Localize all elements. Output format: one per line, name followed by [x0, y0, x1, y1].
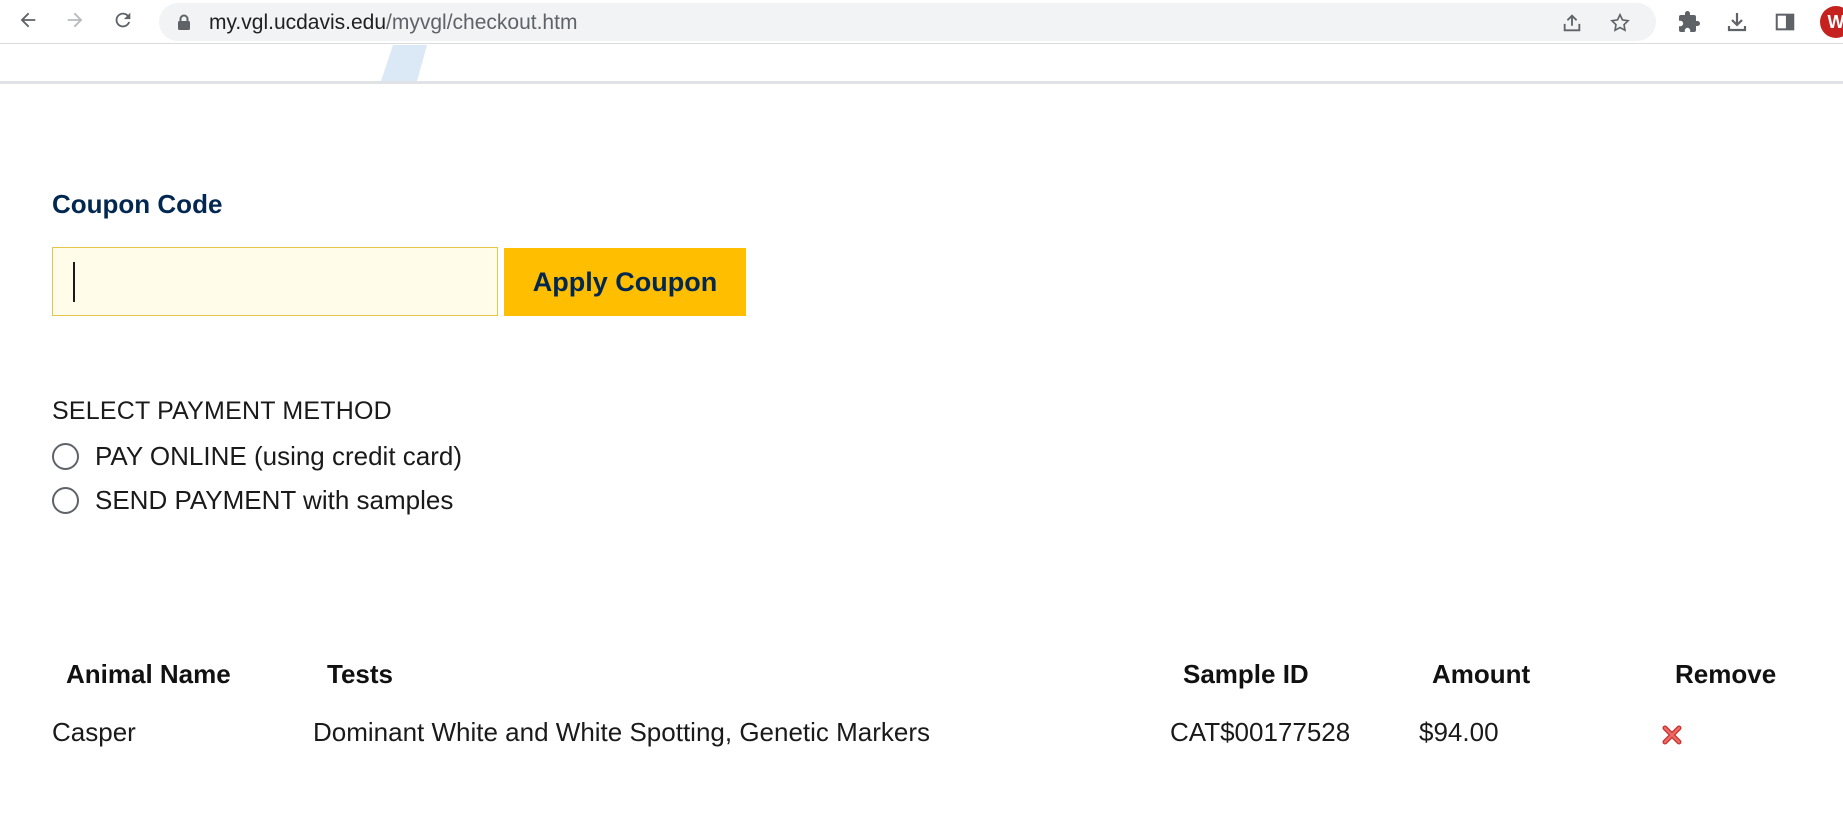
- header-remove: Remove: [1675, 659, 1777, 689]
- back-button[interactable]: [12, 6, 44, 38]
- cell-animal-name: Casper: [52, 717, 136, 747]
- payment-method-heading: SELECT PAYMENT METHOD: [52, 397, 392, 425]
- header-tests: Tests: [327, 659, 393, 689]
- pay-online-radio[interactable]: [52, 442, 79, 470]
- back-icon: [17, 9, 39, 36]
- header-animal-name: Animal Name: [66, 659, 231, 689]
- profile-initial: W: [1827, 11, 1843, 32]
- site-header: [0, 45, 1843, 84]
- remove-x-icon: [1661, 725, 1683, 750]
- bookmark-star-icon[interactable]: [1607, 10, 1633, 36]
- reload-button[interactable]: [107, 6, 139, 38]
- coupon-code-input[interactable]: [52, 247, 498, 316]
- browser-toolbar: my.vgl.ucdavis.edu/myvgl/checkout.htm W: [0, 0, 1843, 44]
- remove-item-button[interactable]: [1661, 724, 1683, 746]
- header-sample-id: Sample ID: [1183, 659, 1309, 689]
- address-bar[interactable]: my.vgl.ucdavis.edu/myvgl/checkout.htm: [159, 3, 1656, 41]
- send-payment-radio[interactable]: [52, 486, 79, 514]
- apply-coupon-button[interactable]: Apply Coupon: [504, 248, 746, 316]
- payment-option-pay-online[interactable]: PAY ONLINE (using credit card): [52, 439, 462, 473]
- extensions-icon[interactable]: [1675, 8, 1703, 36]
- send-payment-label[interactable]: SEND PAYMENT with samples: [95, 485, 453, 516]
- url-path: /myvgl/checkout.htm: [386, 11, 578, 34]
- cell-amount: $94.00: [1419, 717, 1499, 747]
- header-decoration: [381, 45, 427, 81]
- header-amount: Amount: [1432, 659, 1531, 689]
- url-text: my.vgl.ucdavis.edu/myvgl/checkout.htm: [209, 12, 577, 34]
- pay-online-label[interactable]: PAY ONLINE (using credit card): [95, 441, 462, 472]
- forward-button[interactable]: [59, 6, 91, 38]
- download-icon[interactable]: [1723, 8, 1751, 36]
- cell-tests: Dominant White and White Spotting, Genet…: [313, 717, 931, 747]
- lock-icon: [177, 14, 191, 36]
- cell-sample-id: CAT$00177528: [1170, 717, 1351, 747]
- forward-icon: [64, 9, 86, 36]
- url-host: my.vgl.ucdavis.edu: [209, 11, 387, 34]
- side-panel-icon[interactable]: [1771, 8, 1799, 36]
- share-icon[interactable]: [1559, 10, 1585, 36]
- reload-icon: [112, 9, 134, 36]
- text-caret: [73, 262, 75, 302]
- payment-option-send-payment[interactable]: SEND PAYMENT with samples: [52, 483, 453, 517]
- coupon-code-heading: Coupon Code: [52, 189, 223, 219]
- profile-avatar[interactable]: W: [1820, 6, 1843, 38]
